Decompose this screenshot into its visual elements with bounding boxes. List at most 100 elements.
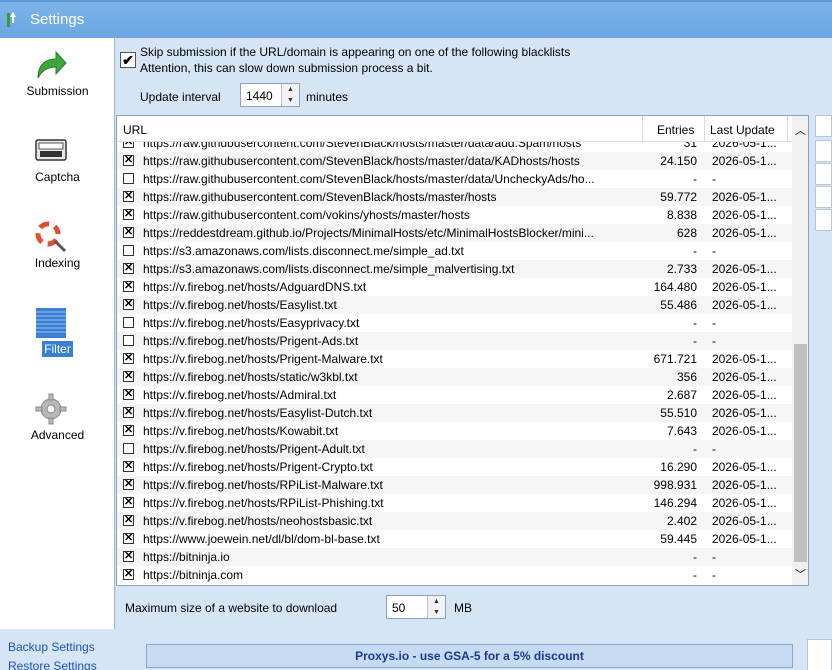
table-row[interactable]: https://s3.amazonaws.com/lists.disconnec… [117,242,792,260]
table-row[interactable]: ✕ https://reddestdream.github.io/Projects… [117,224,792,242]
row-checkbox[interactable] [123,245,134,256]
row-checkbox[interactable] [123,173,134,184]
row-entries: 146.294 [653,496,697,510]
table-row[interactable]: ✕ https://www.joewein.net/dl/bl/dom-bl-ba… [117,530,792,548]
row-checkbox[interactable]: ✕ [123,370,134,382]
row-checkbox[interactable]: ✕ [123,478,134,490]
row-checkbox[interactable]: ✕ [123,514,134,526]
table-row[interactable]: https://v.firebog.net/hosts/Prigent-Adul… [117,440,792,458]
row-checkbox[interactable]: ✕ [123,154,134,166]
side-button-5[interactable] [815,209,832,231]
restore-settings-link[interactable]: Restore Settings [8,659,97,670]
table-row[interactable]: ✕ https://raw.githubusercontent.com/Steve… [117,188,792,206]
row-checkbox[interactable] [123,335,134,346]
row-entries: 356 [676,370,697,384]
table-row[interactable]: ✕ https://s3.amazonaws.com/lists.disconne… [117,260,792,278]
row-checkbox[interactable]: ✕ [123,568,134,580]
max-size-spinner[interactable]: 50 ▲ ▼ [386,595,446,619]
table-row[interactable]: ✕ https://bitninja.io - - [117,548,792,566]
table-row[interactable]: ✕ https://bitninja.com - - [117,566,792,584]
chevron-down-icon[interactable]: ﹀ [792,565,808,585]
table-row[interactable]: ✕ https://v.firebog.net/hosts/Admiral.txt… [117,386,792,404]
table-row[interactable]: ✕ https://v.firebog.net/hosts/Easylist.tx… [117,296,792,314]
column-last-update[interactable]: Last Update [710,123,775,137]
sidebar-item-indexing[interactable]: Indexing [0,214,115,294]
row-checkbox[interactable]: ✕ [123,226,134,238]
row-last-update: 2026-05-1... [712,154,777,168]
row-checkbox[interactable]: ✕ [123,460,134,472]
side-button-4[interactable] [815,186,832,208]
table-row[interactable]: ✕ https://v.firebog.net/hosts/Prigent-Mal… [117,350,792,368]
row-checkbox[interactable]: ✕ [123,532,134,544]
update-interval-spinner[interactable]: 1440 ▲ ▼ [240,83,300,107]
chevron-up-icon[interactable]: ︿ [792,118,808,144]
row-checkbox[interactable]: ✕ [123,424,134,436]
row-last-update: 2026-05-1... [712,388,777,402]
sidebar-item-submission[interactable]: Submission [0,42,115,122]
table-row[interactable]: ✕ https://v.firebog.net/hosts/AdguardDNS.… [117,278,792,296]
row-last-update: 2026-05-1... [712,514,777,528]
side-button-2[interactable] [815,140,832,162]
sidebar-item-captcha[interactable]: Captcha [0,128,115,208]
table-row[interactable]: https://v.firebog.net/hosts/Easyprivacy.… [117,314,792,332]
footer-button[interactable] [807,639,832,670]
row-checkbox[interactable]: ✕ [123,406,134,418]
row-entries: 8.838 [666,208,697,222]
column-entries[interactable]: Entries [657,123,694,137]
spin-down-icon[interactable]: ▼ [282,95,299,106]
table-row[interactable]: https://raw.githubusercontent.com/Steven… [117,170,792,188]
row-checkbox[interactable] [123,317,134,328]
row-checkbox[interactable]: ✕ [123,496,134,508]
spin-up-icon[interactable]: ▲ [428,596,445,607]
row-checkbox[interactable]: ✕ [123,190,134,202]
row-checkbox[interactable]: ✕ [123,142,134,148]
filter-icon [36,308,66,338]
table-scrollbar[interactable]: ︿ ﹀ [792,116,808,585]
row-entries: - [693,442,697,456]
row-entries: - [693,334,697,348]
table-row[interactable]: ✕ https://v.firebog.net/hosts/neohostsbas… [117,512,792,530]
sidebar-item-label: Submission [26,84,89,98]
table-row[interactable]: ✕ https://raw.githubusercontent.com/vokin… [117,206,792,224]
table-row[interactable]: ✕ https://v.firebog.net/hosts/Easylist-Du… [117,404,792,422]
row-checkbox[interactable] [123,443,134,454]
row-checkbox[interactable]: ✕ [123,262,134,274]
row-entries: 164.480 [653,280,697,294]
table-row[interactable]: ✕ https://v.firebog.net/hosts/static/w3kb… [117,368,792,386]
side-button-3[interactable] [815,163,832,185]
update-interval-unit: minutes [306,90,349,104]
table-row[interactable]: ✕ https://raw.githubusercontent.com/Steve… [117,152,792,170]
sidebar-item-advanced[interactable]: Advanced [0,386,115,466]
table-row[interactable]: ✕ https://v.firebog.net/hosts/RPiList-Phi… [117,494,792,512]
table-row[interactable]: ✕ https://v.firebog.net/hosts/RPiList-Mal… [117,476,792,494]
row-checkbox[interactable]: ✕ [123,208,134,220]
row-url: https://v.firebog.net/hosts/Easyprivacy.… [143,316,360,330]
row-url: https://www.joewein.net/dl/bl/dom-bl-bas… [143,532,380,546]
update-interval-value[interactable]: 1440 [246,89,273,103]
spin-down-icon[interactable]: ▼ [428,607,445,618]
max-size-value[interactable]: 50 [392,601,405,615]
table-row[interactable]: ✕ https://raw.githubusercontent.com/Steve… [117,142,792,152]
row-checkbox[interactable]: ✕ [123,352,134,364]
promo-banner[interactable]: Proxys.io - use GSA-5 for a 5% discount [146,644,793,668]
row-checkbox[interactable]: ✕ [123,280,134,292]
table-row[interactable]: https://v.firebog.net/hosts/Prigent-Ads.… [117,332,792,350]
row-checkbox[interactable]: ✕ [123,388,134,400]
scrollbar-thumb[interactable] [794,344,807,562]
side-button-1[interactable] [815,115,832,137]
row-checkbox[interactable]: ✕ [123,550,134,562]
backup-settings-link[interactable]: Backup Settings [8,640,95,654]
blacklist-table[interactable]: URL Entries Last Update ✕ https://raw.git… [116,115,809,586]
row-entries: 2.733 [666,262,697,276]
row-checkbox[interactable]: ✕ [123,298,134,310]
skip-blacklist-checkbox[interactable]: ✔ [120,52,136,68]
row-last-update: 2026-05-1... [712,352,777,366]
table-row[interactable]: ✕ https://v.firebog.net/hosts/Prigent-Cry… [117,458,792,476]
row-url: https://v.firebog.net/hosts/AdguardDNS.t… [143,280,367,294]
table-body: ✕ https://raw.githubusercontent.com/Steve… [117,142,792,585]
sidebar-item-filter[interactable]: Filter [0,300,115,380]
spin-up-icon[interactable]: ▲ [282,84,299,95]
table-row[interactable]: ✕ https://v.firebog.net/hosts/Kowabit.txt… [117,422,792,440]
row-last-update: - [712,316,716,330]
column-url[interactable]: URL [123,123,147,137]
